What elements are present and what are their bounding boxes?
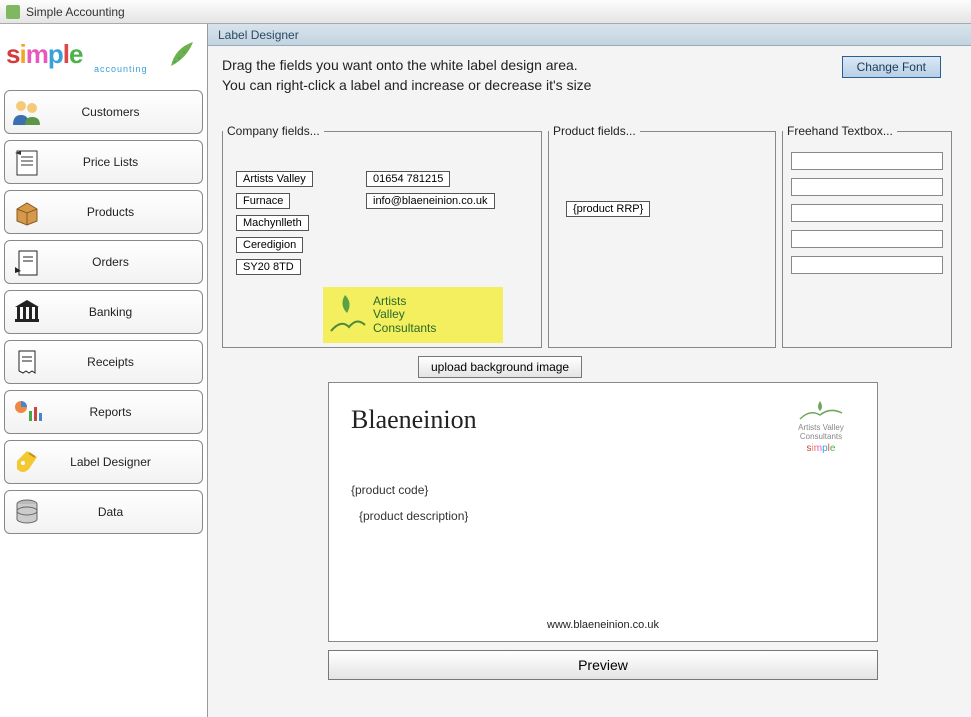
canvas-url[interactable]: www.blaeneinion.co.uk: [329, 619, 877, 631]
sidebar-item-label: Data: [49, 505, 202, 519]
customers-icon: [5, 94, 49, 130]
sidebar-item-label: Products: [49, 205, 202, 219]
freehand-textbox-group: Freehand Textbox...: [782, 124, 952, 348]
canvas-company-name[interactable]: Blaeneinion: [351, 405, 477, 435]
app-icon: [6, 5, 20, 19]
window-titlebar: Simple Accounting: [0, 0, 971, 24]
labeldesigner-icon: [5, 444, 49, 480]
sidebar-item-label: Label Designer: [49, 455, 202, 469]
data-icon: [5, 494, 49, 530]
field-chip[interactable]: 01654 781215: [366, 171, 450, 187]
field-chip[interactable]: Ceredigion: [236, 237, 303, 253]
receipts-icon: [5, 344, 49, 380]
banking-icon: [5, 294, 49, 330]
orders-icon: [5, 244, 49, 280]
sidebar-item-label: Customers: [49, 105, 202, 119]
field-chip[interactable]: info@blaeneinion.co.uk: [366, 193, 495, 209]
freehand-textbox-input[interactable]: [791, 256, 943, 274]
sidebar-item-banking[interactable]: Banking: [4, 290, 203, 334]
panel-title: Label Designer: [208, 24, 971, 46]
freehand-textbox-input[interactable]: [791, 204, 943, 222]
sidebar-item-label: Banking: [49, 305, 202, 319]
field-chip-product-rrp[interactable]: {product RRP}: [566, 201, 650, 217]
pricelists-icon: [5, 144, 49, 180]
upload-background-button[interactable]: upload background image: [418, 356, 582, 378]
sidebar-item-receipts[interactable]: Receipts: [4, 340, 203, 384]
sidebar-item-data[interactable]: Data: [4, 490, 203, 534]
window-title: Simple Accounting: [26, 5, 125, 19]
sidebar-item-label: Receipts: [49, 355, 202, 369]
canvas-logo[interactable]: Artists Valley Consultants simple: [781, 399, 861, 459]
sidebar-item-label: Price Lists: [49, 155, 202, 169]
field-chip[interactable]: Machynlleth: [236, 215, 309, 231]
app-logo: simple accounting: [0, 24, 207, 84]
freehand-legend: Freehand Textbox...: [783, 124, 897, 138]
preview-button[interactable]: Preview: [328, 650, 878, 680]
field-chip[interactable]: Furnace: [236, 193, 290, 209]
sidebar-item-label: Orders: [49, 255, 202, 269]
sidebar-item-products[interactable]: Products: [4, 190, 203, 234]
sidebar-item-reports[interactable]: Reports: [4, 390, 203, 434]
content-panel: Label Designer Drag the fields you want …: [208, 24, 971, 717]
sidebar-item-pricelists[interactable]: Price Lists: [4, 140, 203, 184]
sidebar-item-label: Reports: [49, 405, 202, 419]
hills-leaf-icon: [327, 291, 367, 339]
field-chip[interactable]: SY20 8TD: [236, 259, 301, 275]
company-fields-legend: Company fields...: [223, 124, 324, 138]
product-fields-legend: Product fields...: [549, 124, 640, 138]
product-fields-group: Product fields... {product RRP}: [548, 124, 776, 348]
company-logo-image[interactable]: ArtistsValleyConsultants: [323, 287, 503, 343]
sidebar-item-labeldesigner[interactable]: Label Designer: [4, 440, 203, 484]
change-font-button[interactable]: Change Font: [842, 56, 941, 78]
products-icon: [5, 194, 49, 230]
field-chip[interactable]: Artists Valley: [236, 171, 313, 187]
label-design-canvas[interactable]: Blaeneinion Artists Valley Consultants s…: [328, 382, 878, 642]
sidebar: simple accounting Customers Price Lists Pr…: [0, 24, 208, 717]
canvas-product-code[interactable]: {product code}: [351, 483, 428, 497]
freehand-textbox-input[interactable]: [791, 178, 943, 196]
freehand-textbox-input[interactable]: [791, 230, 943, 248]
sidebar-item-customers[interactable]: Customers: [4, 90, 203, 134]
freehand-textbox-input[interactable]: [791, 152, 943, 170]
company-fields-group: Company fields... Artists Valley Furnace M…: [222, 124, 542, 348]
sidebar-item-orders[interactable]: Orders: [4, 240, 203, 284]
canvas-product-description[interactable]: {product description}: [359, 509, 468, 523]
reports-icon: [5, 394, 49, 430]
leaf-icon: [165, 36, 201, 72]
